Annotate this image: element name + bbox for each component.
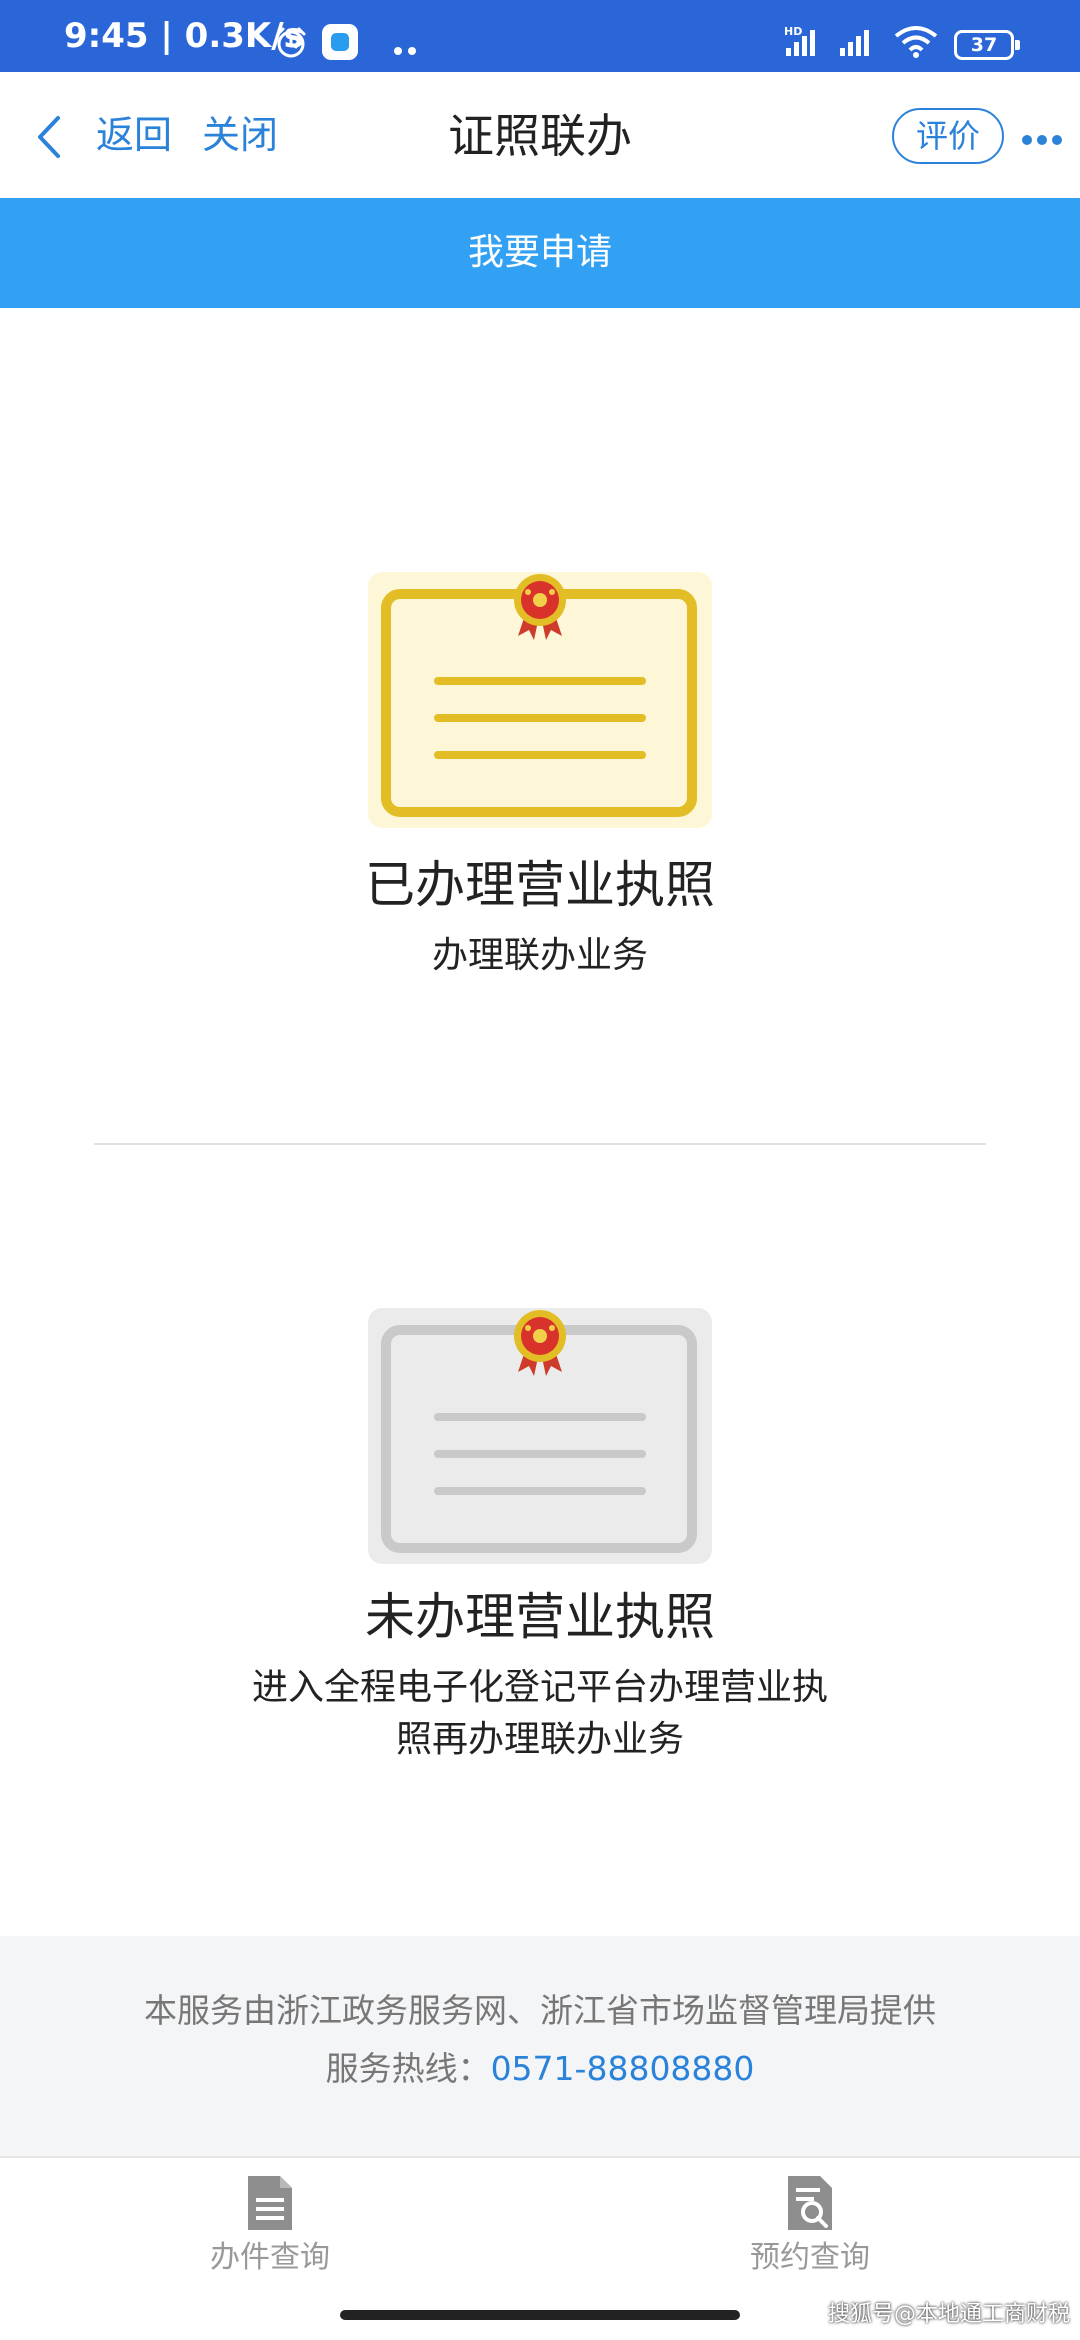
signal-icon-2 — [836, 26, 876, 62]
nav-bar: 返回 关闭 证照联办 评价 — [0, 72, 1080, 198]
tab-appointment-query-label: 预约查询 — [750, 2240, 870, 2275]
status-time-speed: 9:45 | 0.3K/s — [64, 16, 304, 56]
watermark: 搜狐号@本地通工商财税 — [827, 2302, 1070, 2327]
hotline-row: 服务热线：0571-88808880 — [0, 2044, 1080, 2094]
apply-header: 我要申请 — [0, 198, 1080, 308]
service-provider-text: 本服务由浙江政务服务网、浙江省市场监督管理局提供 — [144, 1991, 936, 2030]
rate-button[interactable]: 评价 — [892, 108, 1004, 164]
signal-icon — [782, 26, 822, 62]
document-icon — [244, 2174, 296, 2236]
wifi-icon — [894, 24, 938, 64]
app-notification-icon — [322, 24, 358, 60]
home-indicator[interactable] — [340, 2310, 740, 2320]
more-icon[interactable] — [1022, 130, 1067, 149]
option-licensed-subtitle: 办理联办业务 — [431, 935, 648, 976]
option-licensed-title: 已办理营业执照 — [365, 856, 715, 914]
battery-icon: 37 — [954, 30, 1020, 60]
search-document-icon — [784, 2174, 836, 2236]
option-not-licensed-subtitle: 进入全程电子化登记平台办理营业执照再办理联办业务 — [251, 1667, 828, 1760]
hotline-number-link[interactable]: 0571-88808880 — [491, 2049, 755, 2088]
footer-info: 本服务由浙江政务服务网、浙江省市场监督管理局提供 服务热线：0571-88808… — [0, 1936, 1080, 2156]
tab-appointment-query[interactable]: 预约查询 — [710, 2158, 910, 2288]
tab-case-query[interactable]: 办件查询 — [170, 2158, 370, 2288]
close-button[interactable]: 关闭 — [202, 108, 278, 162]
option-not-licensed-title: 未办理营业执照 — [365, 1588, 715, 1646]
battery-level: 37 — [970, 34, 998, 56]
certificate-icon — [368, 572, 712, 828]
back-button[interactable]: 返回 — [96, 108, 172, 162]
chevron-left-icon[interactable] — [34, 114, 64, 164]
divider — [94, 1143, 986, 1145]
more-notifications-icon — [394, 40, 422, 59]
hotline-label: 服务热线： — [325, 2049, 491, 2088]
tab-case-query-label: 办件查询 — [210, 2240, 330, 2275]
status-bar: 9:45 | 0.3K/s HD 37 — [0, 0, 1080, 72]
page-title: 证照联办 — [448, 109, 632, 163]
screen: 9:45 | 0.3K/s HD 37 返回 关闭 证照联办 评价 我要申请 已… — [0, 0, 1080, 2340]
alarm-icon — [274, 26, 308, 64]
certificate-grey-icon — [368, 1308, 712, 1564]
